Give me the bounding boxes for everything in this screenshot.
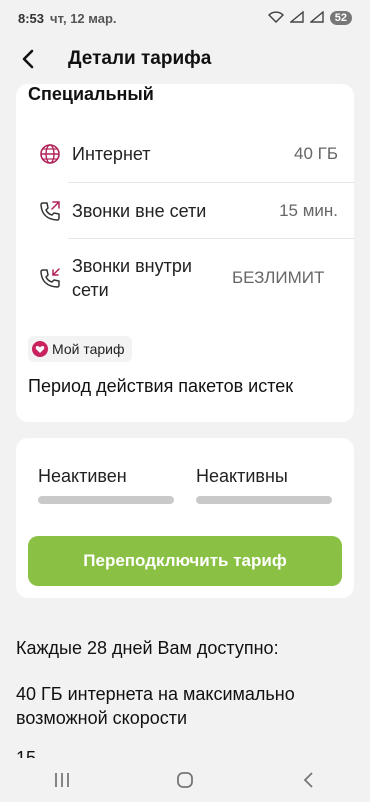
recent-apps-icon — [54, 773, 69, 787]
status-bar: 8:53 чт, 12 мар. 52 — [0, 0, 370, 36]
signal-icon — [308, 10, 324, 26]
plan-card: Специальный Интернет 40 ГБ Звонки вне се… — [16, 84, 354, 422]
plan-name: Специальный — [28, 84, 154, 104]
plan-item-label: Звонки вне сети — [72, 201, 207, 221]
progress-bar — [38, 496, 174, 504]
date: чт, 12 мар. — [50, 10, 117, 26]
globe-icon — [36, 140, 64, 168]
divider — [68, 238, 354, 239]
info-cut-line: 15 — [16, 748, 37, 758]
reconnect-plan-button[interactable]: Переподключить тариф — [28, 536, 342, 586]
app-header: Детали тарифа — [0, 38, 370, 80]
battery-indicator: 52 — [329, 11, 352, 25]
home-icon — [177, 772, 193, 788]
phone-incoming-icon — [36, 264, 64, 292]
chevron-left-icon — [22, 49, 34, 69]
plan-item-value: БЕЗЛИМИТ — [232, 268, 325, 287]
plan-item-value: 15 мин. — [279, 201, 338, 220]
divider — [68, 182, 354, 183]
page-title: Детали тарифа — [68, 48, 212, 69]
plan-item-value: 40 ГБ — [294, 144, 338, 163]
plan-item-onnet-calls: Звонки внутри сети БЕЗЛИМИТ — [36, 254, 354, 302]
clock: 8:53 — [18, 10, 45, 26]
plan-item-offnet-calls: Звонки вне сети 15 мин. — [36, 197, 354, 225]
my-plan-badge: Мой тариф — [28, 336, 133, 362]
plan-item-label: Звонки внутри сети — [72, 256, 192, 300]
info-internet: 40 ГБ интернета на максимально возможной… — [16, 684, 295, 728]
signal-icon — [288, 10, 304, 26]
heart-icon — [32, 341, 48, 357]
badge-label: Мой тариф — [52, 341, 125, 357]
phone-outgoing-icon — [36, 197, 64, 225]
back-nav-button[interactable] — [278, 758, 338, 802]
status-left-label: Неактивен — [38, 466, 127, 486]
info-heading: Каждые 28 дней Вам доступно: — [16, 638, 279, 658]
expiry-notice: Период действия пакетов истек — [28, 376, 294, 396]
back-arrow-icon — [304, 772, 313, 788]
status-right-label: Неактивны — [196, 466, 288, 486]
plan-item-internet: Интернет 40 ГБ — [36, 140, 354, 168]
progress-bar — [196, 496, 332, 504]
back-button[interactable] — [0, 38, 56, 80]
wifi-icon — [267, 10, 284, 26]
home-button[interactable] — [155, 758, 215, 802]
plan-item-label: Интернет — [72, 144, 151, 164]
system-nav-bar — [0, 758, 370, 802]
recent-apps-button[interactable] — [32, 758, 92, 802]
plan-status-card: Неактивен Неактивны Переподключить тариф — [16, 438, 354, 598]
